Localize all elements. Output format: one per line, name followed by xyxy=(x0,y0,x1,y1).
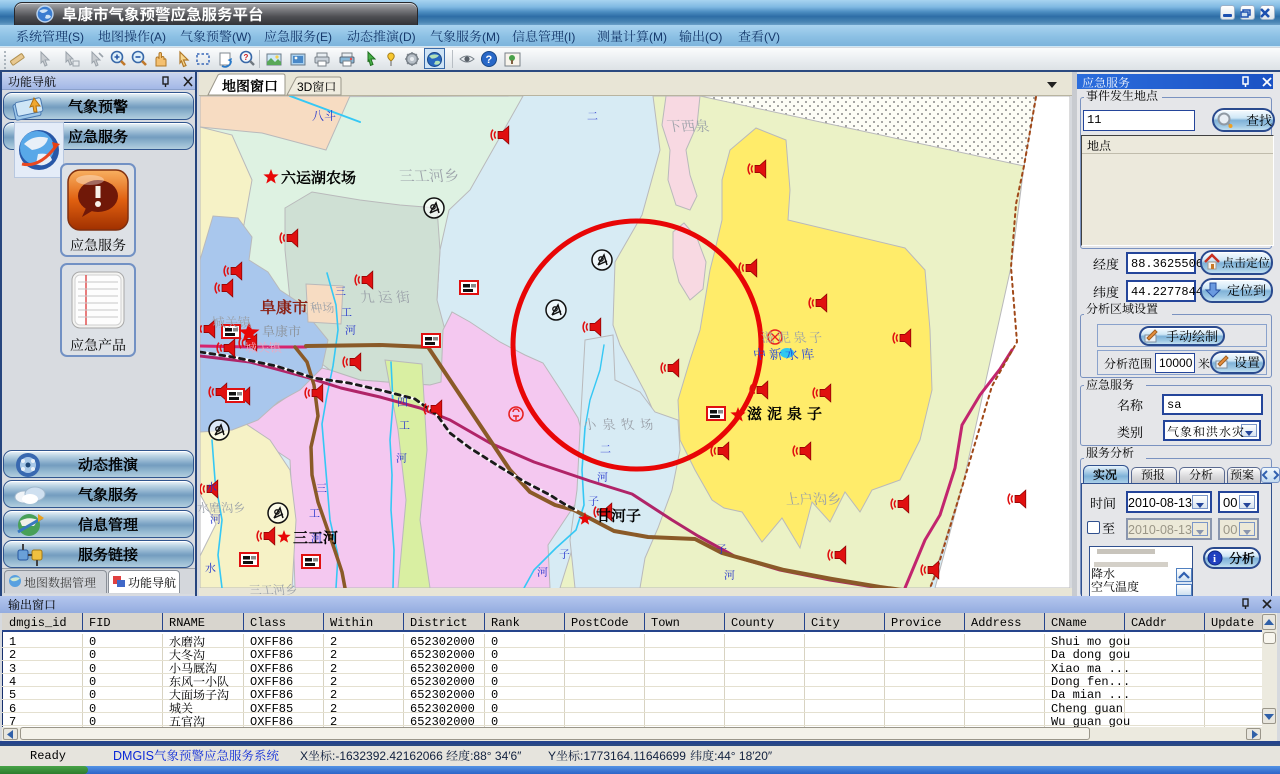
svg-text:?: ? xyxy=(486,54,493,66)
svg-text:i: i xyxy=(1213,553,1216,565)
svg-text:?: ? xyxy=(244,53,249,62)
